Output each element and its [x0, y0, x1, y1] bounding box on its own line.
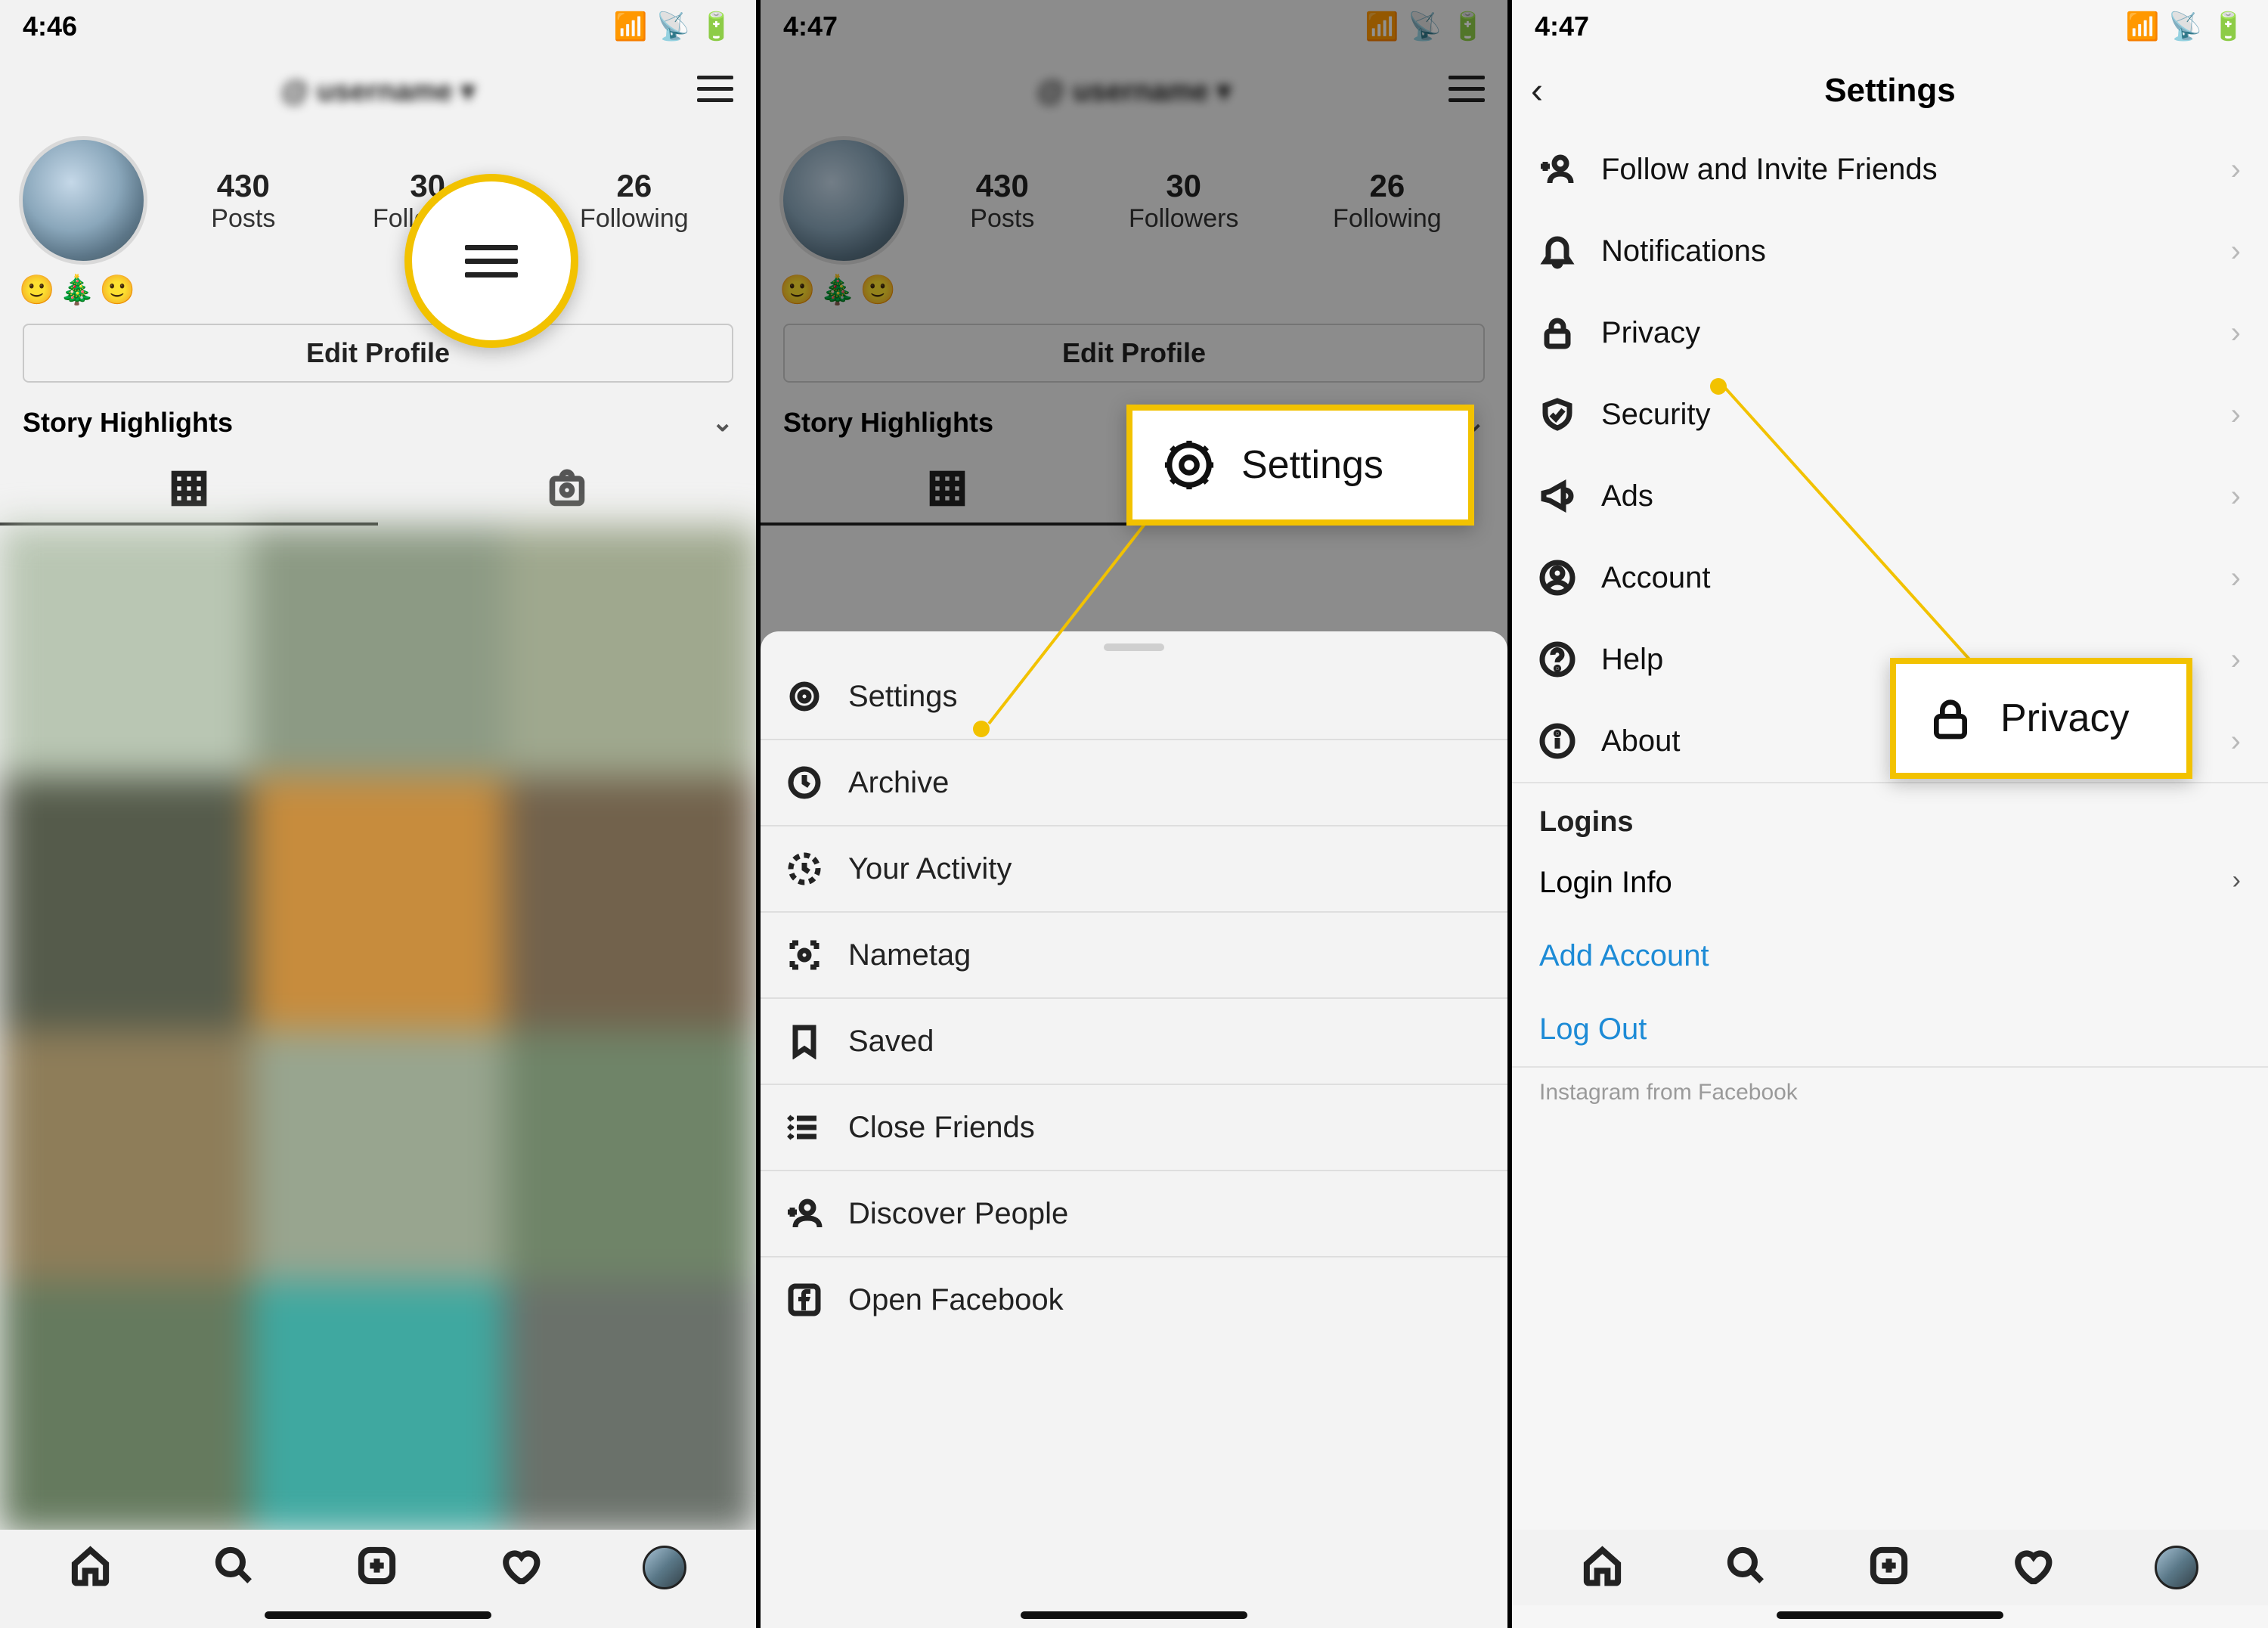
- wifi-icon: 📡: [2168, 11, 2202, 42]
- login-info-row[interactable]: Login Info›: [1512, 846, 2268, 919]
- nav-search-icon[interactable]: [1725, 1545, 1767, 1590]
- close-friends-icon: [786, 1109, 823, 1146]
- menu-item-archive[interactable]: Archive: [761, 740, 1507, 826]
- facebook-icon: [786, 1282, 823, 1318]
- back-button[interactable]: ‹: [1531, 70, 1543, 112]
- help-icon: [1539, 641, 1576, 678]
- clock-time: 4:46: [23, 11, 77, 42]
- gear-icon: [786, 678, 823, 715]
- chevron-right-icon: ›: [2231, 724, 2241, 758]
- lock-icon: [1926, 694, 1975, 743]
- lock-icon: [1539, 315, 1576, 351]
- nav-profile-avatar[interactable]: [2155, 1546, 2198, 1589]
- bell-icon: [1539, 233, 1576, 269]
- edit-profile-button[interactable]: Edit Profile: [23, 324, 733, 383]
- battery-icon: 🔋: [2211, 11, 2245, 42]
- settings-item-account[interactable]: Account›: [1512, 537, 2268, 619]
- chevron-right-icon: ›: [2231, 153, 2241, 187]
- add-person-icon: [1539, 151, 1576, 188]
- settings-item-privacy[interactable]: Privacy›: [1512, 292, 2268, 374]
- settings-header: ‹ Settings: [1512, 53, 2268, 129]
- chevron-right-icon: ›: [2231, 561, 2241, 595]
- home-indicator: [1021, 1611, 1247, 1619]
- megaphone-icon: [1539, 478, 1576, 514]
- bio-text: 🙂🎄🙂: [0, 265, 756, 316]
- chevron-right-icon: ›: [2231, 643, 2241, 677]
- profile-header: @ username ▾: [0, 53, 756, 129]
- callout-settings: Settings: [1126, 405, 1474, 526]
- phone-panel-2: 4:47 📶📡🔋 @ username ▾ 430Posts 30Followe…: [756, 0, 1512, 1628]
- nav-activity-icon[interactable]: [2011, 1545, 2053, 1590]
- signal-icon: 📶: [2126, 11, 2160, 42]
- story-highlights-toggle[interactable]: Story Highlights ⌄: [0, 390, 756, 455]
- activity-icon: [786, 851, 823, 887]
- page-title: Settings: [1824, 72, 1956, 110]
- gear-icon: [1163, 439, 1216, 492]
- nav-search-icon[interactable]: [213, 1545, 255, 1590]
- wifi-icon: 📡: [656, 11, 690, 42]
- user-icon: [1539, 560, 1576, 596]
- menu-item-discover[interactable]: Discover People: [761, 1171, 1507, 1257]
- username-text: @ username ▾: [281, 74, 476, 108]
- menu-item-activity[interactable]: Your Activity: [761, 826, 1507, 913]
- settings-item-security[interactable]: Security›: [1512, 374, 2268, 455]
- nav-add-icon[interactable]: [1868, 1545, 1910, 1590]
- annotation-dot: [973, 721, 990, 737]
- chevron-right-icon: ›: [2231, 234, 2241, 268]
- phone-panel-1: 4:46 📶📡🔋 @ username ▾ 430Posts 30Followe…: [0, 0, 756, 1628]
- annotation-dot: [1710, 378, 1727, 395]
- bookmark-icon: [786, 1023, 823, 1059]
- home-indicator: [265, 1611, 491, 1619]
- bottom-nav: [1512, 1530, 2268, 1605]
- menu-item-facebook[interactable]: Open Facebook: [761, 1257, 1507, 1342]
- chevron-right-icon: ›: [2232, 866, 2241, 900]
- sheet-grabber[interactable]: [1104, 643, 1164, 651]
- footer-text: Instagram from Facebook: [1512, 1066, 2268, 1118]
- stat-following[interactable]: 26Following: [580, 168, 689, 234]
- battery-icon: 🔋: [699, 11, 733, 42]
- add-person-icon: [786, 1195, 823, 1232]
- phone-panel-3: 4:47 📶 📡 🔋 ‹ Settings Follow and Invite Fr…: [1512, 0, 2268, 1628]
- log-out-link[interactable]: Log Out: [1512, 993, 2268, 1066]
- nav-activity-icon[interactable]: [499, 1545, 541, 1590]
- nav-add-icon[interactable]: [356, 1545, 398, 1590]
- shield-icon: [1539, 396, 1576, 433]
- chevron-right-icon: ›: [2231, 479, 2241, 513]
- settings-item-ads[interactable]: Ads›: [1512, 455, 2268, 537]
- menu-sheet: Settings Archive Your Activity Nametag S…: [761, 631, 1507, 1628]
- callout-hamburger: [404, 174, 578, 348]
- settings-item-notifications[interactable]: Notifications›: [1512, 210, 2268, 292]
- profile-avatar[interactable]: [19, 136, 147, 265]
- tab-tagged[interactable]: [378, 455, 756, 526]
- hamburger-menu-button[interactable]: [697, 68, 733, 110]
- stat-posts[interactable]: 430Posts: [211, 168, 275, 234]
- nav-profile-avatar[interactable]: [643, 1546, 686, 1589]
- info-icon: [1539, 723, 1576, 759]
- menu-item-nametag[interactable]: Nametag: [761, 913, 1507, 999]
- tab-grid[interactable]: [0, 455, 378, 526]
- nametag-icon: [786, 937, 823, 973]
- signal-icon: 📶: [614, 11, 648, 42]
- chevron-right-icon: ›: [2231, 398, 2241, 432]
- status-bar: 4:46 📶 📡 🔋: [0, 0, 756, 53]
- callout-privacy: Privacy: [1890, 658, 2192, 779]
- nav-home-icon[interactable]: [1582, 1545, 1623, 1590]
- menu-item-saved[interactable]: Saved: [761, 999, 1507, 1085]
- photo-grid[interactable]: [0, 526, 756, 1533]
- clock-time: 4:47: [1535, 11, 1589, 42]
- status-bar: 4:47 📶 📡 🔋: [1512, 0, 2268, 53]
- bottom-nav: [0, 1530, 756, 1605]
- chevron-right-icon: ›: [2231, 316, 2241, 350]
- add-account-link[interactable]: Add Account: [1512, 919, 2268, 993]
- menu-item-close-friends[interactable]: Close Friends: [761, 1085, 1507, 1171]
- nav-home-icon[interactable]: [70, 1545, 111, 1590]
- home-indicator: [1777, 1611, 2003, 1619]
- settings-item-follow-invite[interactable]: Follow and Invite Friends›: [1512, 129, 2268, 210]
- chevron-down-icon: ⌄: [712, 408, 734, 438]
- menu-item-settings[interactable]: Settings: [761, 654, 1507, 740]
- archive-icon: [786, 764, 823, 801]
- section-logins-label: Logins: [1512, 783, 2268, 846]
